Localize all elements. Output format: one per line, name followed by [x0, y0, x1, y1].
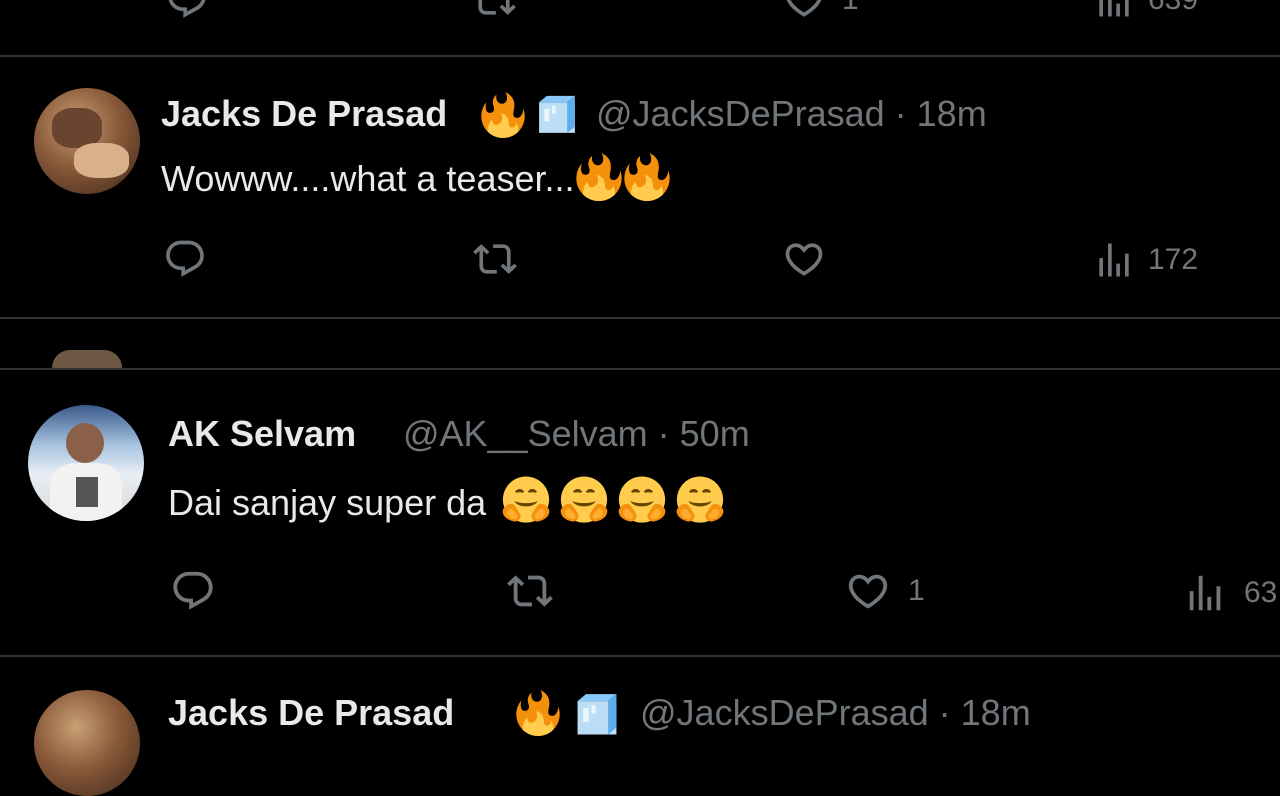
reply-icon [170, 568, 216, 614]
reply-button[interactable] [170, 568, 216, 614]
handle[interactable]: @AK__Selvam [403, 413, 648, 454]
top-like-count: 1 [842, 0, 859, 17]
avatar[interactable] [28, 405, 144, 521]
handle[interactable]: @JacksDePrasad [640, 692, 929, 733]
top-views-count: 639 [1148, 0, 1198, 17]
display-name[interactable]: Jacks De Prasad [161, 93, 447, 135]
views-count: 63 [1244, 576, 1278, 609]
views-count: 172 [1148, 243, 1199, 276]
fire-emoji [480, 92, 526, 143]
hugging-face-emoji [500, 475, 552, 536]
retweet-icon [471, 237, 519, 281]
views-icon [1092, 0, 1136, 22]
tweet-text: Dai sanjay super da [168, 475, 726, 536]
handle[interactable]: @JacksDePrasad [596, 93, 885, 134]
tweet-divider [0, 55, 1280, 57]
timestamp[interactable]: 50m [680, 413, 750, 454]
like-icon [782, 0, 826, 22]
tweet-meta: @AK__Selvam · 50m [403, 413, 750, 455]
display-name[interactable]: Jacks De Prasad [168, 692, 454, 734]
tweet-meta: @JacksDePrasad · 18m [640, 692, 1031, 734]
display-name[interactable]: AK Selvam [168, 413, 356, 455]
separator: · [657, 413, 670, 454]
retweet-button[interactable] [471, 237, 519, 281]
views-icon [1182, 570, 1228, 616]
fire-emoji [515, 690, 561, 741]
tweet-divider [0, 655, 1280, 657]
retweet-icon [472, 0, 516, 22]
fire-emoji [623, 153, 671, 210]
tweet-meta: @JacksDePrasad · 18m [596, 93, 987, 135]
reply-button[interactable] [163, 237, 207, 281]
separator: · [894, 93, 907, 134]
views-button[interactable]: 172 [1092, 238, 1198, 282]
tweet-divider [0, 368, 1280, 370]
top-reply-button[interactable] [165, 0, 209, 22]
ice-cube-emoji [572, 690, 622, 745]
like-count: 1 [908, 574, 925, 607]
avatar[interactable] [34, 690, 140, 796]
timestamp[interactable]: 18m [961, 692, 1031, 733]
views-icon [1092, 238, 1136, 282]
like-button[interactable]: 1 [844, 568, 925, 614]
views-button[interactable]: 63 [1182, 570, 1277, 616]
reply-icon [163, 237, 207, 281]
top-like-button[interactable]: 1 [782, 0, 859, 22]
like-button[interactable] [781, 237, 827, 281]
hugging-face-emoji [674, 475, 726, 536]
tweet-text-content: Dai sanjay super da [168, 482, 487, 524]
separator: · [938, 692, 951, 733]
ice-cube-emoji [534, 92, 580, 143]
like-icon [781, 237, 827, 281]
tweet-text: Wowww....what a teaser... [161, 153, 671, 210]
avatar-partial [52, 350, 122, 368]
retweet-button[interactable] [505, 568, 555, 614]
top-retweet-button[interactable] [472, 0, 516, 22]
reply-icon [165, 0, 209, 22]
tweet-text-content: Wowww....what a teaser... [161, 158, 575, 200]
avatar[interactable] [34, 88, 140, 194]
top-views-button[interactable]: 639 [1092, 0, 1198, 22]
tweet-divider [0, 317, 1280, 319]
hugging-face-emoji [558, 475, 610, 536]
retweet-icon [505, 568, 555, 614]
like-icon [844, 568, 892, 614]
hugging-face-emoji [616, 475, 668, 536]
fire-emoji [575, 153, 623, 210]
timestamp[interactable]: 18m [917, 93, 987, 134]
